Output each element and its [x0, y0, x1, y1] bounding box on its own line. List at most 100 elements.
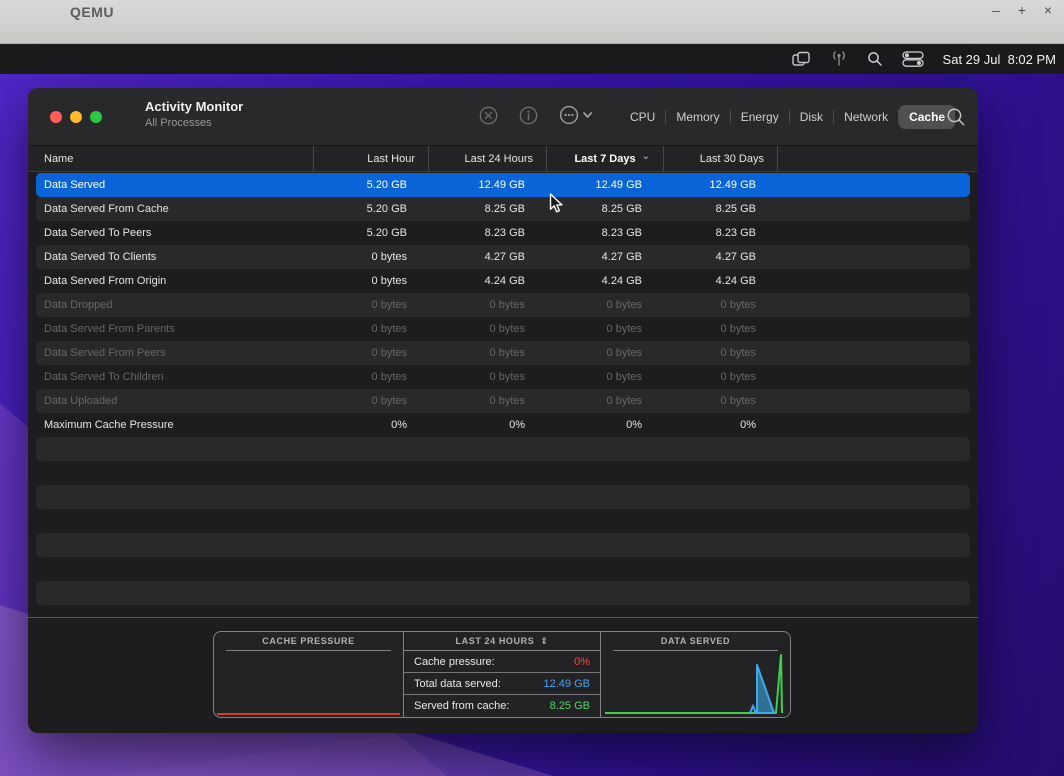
row-value: 12.49 GB [546, 179, 663, 191]
footer-panels: CACHE PRESSURE LAST 24 HOURS ⇕ Cache pre… [213, 631, 791, 718]
table-row[interactable]: Data Served From Origin0 bytes4.24 GB4.2… [36, 269, 970, 293]
row-value: 0 bytes [428, 395, 546, 407]
table-row[interactable]: Data Dropped0 bytes0 bytes0 bytes0 bytes [36, 293, 970, 317]
row-value: 0 bytes [428, 323, 546, 335]
row-value: 0 bytes [313, 371, 428, 383]
table-row[interactable]: Data Served To Children0 bytes0 bytes0 b… [36, 365, 970, 389]
row-value: 0 bytes [663, 299, 777, 311]
qemu-maximize-button[interactable]: + [1014, 2, 1030, 18]
minimize-traffic-light[interactable] [70, 111, 82, 123]
row-value: 4.27 GB [428, 251, 546, 263]
row-value: 0 bytes [313, 251, 428, 263]
row-name: Data Served To Peers [36, 227, 313, 239]
table-row[interactable]: Data Served To Clients0 bytes4.27 GB4.27… [36, 245, 970, 269]
row-value: 4.24 GB [546, 275, 663, 287]
row-name: Data Dropped [36, 299, 313, 311]
zoom-traffic-light[interactable] [90, 111, 102, 123]
column-header-label: Last 7 Days [574, 153, 635, 165]
stat-value: 8.25 GB [550, 700, 590, 712]
quit-process-icon[interactable] [479, 106, 498, 125]
row-name: Data Uploaded [36, 395, 313, 407]
updown-chevron-icon[interactable]: ⇕ [540, 636, 548, 647]
search-icon[interactable] [946, 107, 966, 127]
close-traffic-light[interactable] [50, 111, 62, 123]
row-value: 0 bytes [313, 275, 428, 287]
row-value: 0% [313, 419, 428, 431]
row-value: 4.27 GB [663, 251, 777, 263]
column-header-name[interactable]: Name [28, 146, 313, 171]
qemu-minimize-button[interactable]: – [988, 2, 1004, 18]
last-24-hours-title[interactable]: LAST 24 HOURS [456, 636, 535, 646]
table-row[interactable]: Data Served From Parents0 bytes0 bytes0 … [36, 317, 970, 341]
window-titlebar: Activity Monitor All Processes [28, 88, 978, 145]
qemu-window-title: QEMU [70, 4, 114, 20]
row-value: 5.20 GB [313, 227, 428, 239]
table-row[interactable]: Data Uploaded0 bytes0 bytes0 bytes0 byte… [36, 389, 970, 413]
inspect-process-icon[interactable] [519, 106, 538, 125]
row-name: Data Served From Peers [36, 347, 313, 359]
window-title: Activity Monitor [145, 99, 243, 114]
column-header-last-hour[interactable]: Last Hour [313, 146, 428, 171]
row-value: 0 bytes [428, 347, 546, 359]
row-value: 8.23 GB [546, 227, 663, 239]
column-header-spacer [777, 146, 978, 171]
row-value: 0 bytes [546, 299, 663, 311]
pane-divider[interactable] [28, 617, 978, 618]
column-header-label: Last Hour [367, 153, 415, 165]
table-row[interactable]: Data Served From Peers0 bytes0 bytes0 by… [36, 341, 970, 365]
table-row[interactable]: Data Served To Peers5.20 GB8.23 GB8.23 G… [36, 221, 970, 245]
table-empty-row [36, 533, 970, 557]
stat-row: Served from cache:8.25 GB [404, 695, 600, 717]
last-24-hours-panel: LAST 24 HOURS ⇕ Cache pressure: 0% Total d… [403, 631, 601, 718]
control-center-icon[interactable] [902, 44, 924, 74]
data-served-panel: DATA SERVED [600, 631, 791, 718]
row-value: 0 bytes [313, 347, 428, 359]
column-header-label: Last 24 Hours [465, 153, 533, 165]
table-row[interactable]: Maximum Cache Pressure0%0%0%0% [36, 413, 970, 437]
table-empty-row [36, 557, 970, 581]
column-header-last-30-days[interactable]: Last 30 Days [663, 146, 777, 171]
table-header: Name Last Hour Last 24 Hours Last 7 Days⌄La… [28, 145, 978, 172]
row-name: Data Served From Origin [36, 275, 313, 287]
qemu-close-button[interactable]: × [1040, 2, 1056, 18]
stat-row: Cache pressure: 0% [404, 651, 600, 673]
stat-value: 0% [574, 656, 590, 668]
stat-label: Cache pressure: [414, 656, 495, 668]
menubar-clock[interactable]: Sat 29 Jul 8:02 PM [943, 52, 1056, 67]
tab-disk[interactable]: Disk [790, 105, 833, 129]
row-name: Data Served From Cache [36, 203, 313, 215]
stat-value: 12.49 GB [544, 678, 590, 690]
row-value: 0% [428, 419, 546, 431]
table-empty-row [36, 485, 970, 509]
mouse-cursor [549, 193, 564, 214]
more-options-icon[interactable] [559, 105, 593, 125]
tab-network[interactable]: Network [834, 105, 898, 129]
tab-energy[interactable]: Energy [731, 105, 789, 129]
row-value: 0 bytes [313, 395, 428, 407]
row-value: 0 bytes [546, 347, 663, 359]
stat-row: Total data served:12.49 GB [404, 673, 600, 695]
table-empty-row [36, 461, 970, 485]
table-row[interactable]: Data Served From Cache5.20 GB8.25 GB8.25… [36, 197, 970, 221]
view-tabs: CPUMemoryEnergyDiskNetworkCache [620, 105, 955, 129]
cache-pressure-graph-line [217, 713, 400, 715]
macos-menubar: Sat 29 Jul 8:02 PM [0, 44, 1064, 74]
spotlight-search-icon[interactable] [867, 44, 883, 74]
row-name: Maximum Cache Pressure [36, 419, 313, 431]
data-served-graph [602, 650, 789, 716]
stage-manager-icon[interactable] [792, 44, 811, 74]
row-value: 0 bytes [546, 395, 663, 407]
row-name: Data Served From Parents [36, 323, 313, 335]
activity-monitor-window: Activity Monitor All Processes [28, 88, 978, 733]
row-value: 0 bytes [546, 371, 663, 383]
column-header-label: Name [44, 153, 73, 165]
table-row[interactable]: Data Served5.20 GB12.49 GB12.49 GB12.49 … [36, 173, 970, 197]
tab-cpu[interactable]: CPU [620, 105, 665, 129]
row-value: 5.20 GB [313, 203, 428, 215]
column-header-last-7-days[interactable]: Last 7 Days⌄ [546, 146, 663, 171]
tab-memory[interactable]: Memory [666, 105, 729, 129]
wifi-antenna-icon[interactable] [830, 44, 848, 74]
column-header-last-24-hours[interactable]: Last 24 Hours [428, 146, 546, 171]
table-empty-row [36, 509, 970, 533]
stats-list: Cache pressure: 0% Total data served:12.49… [404, 651, 600, 717]
